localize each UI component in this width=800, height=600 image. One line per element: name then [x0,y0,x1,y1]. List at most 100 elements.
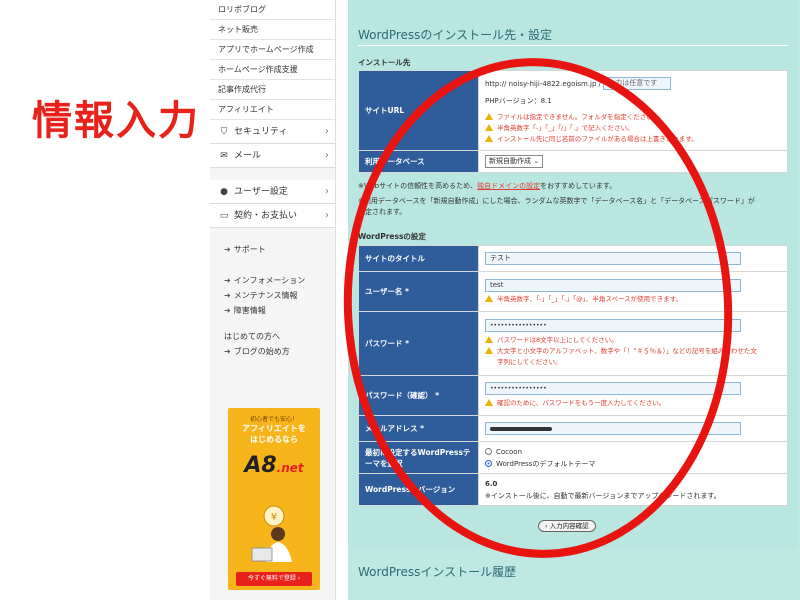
theme-option-cocoon[interactable]: Cocoon [485,446,781,458]
confirm-input-button[interactable]: › 入力内容確認 [538,520,596,532]
version-label: WordPressのバージョン [358,473,479,506]
sidebar-link-blog-start[interactable]: ➜ ブログの始め方 [210,344,335,359]
username-label: ユーザー名 * [358,271,479,312]
sidebar-link-maintenance[interactable]: ➜ メンテナンス情報 [210,288,335,303]
note-text: をおすすめしています。 [540,182,617,190]
warning-text: 半角英数字「-」「_」「/」「.」で記入ください。 [497,123,634,132]
link-label: サポート [233,245,266,254]
email-label: メールアドレス * [358,415,479,442]
theme-label-line: ーマを選択 [365,458,403,468]
radio-checked-icon [485,459,492,467]
sidebar-item-lolipop-blog[interactable]: ロリポブログ [210,0,335,20]
warning-icon [485,112,493,120]
password-warning: パスワードは8文字以上にしてください。 [485,335,781,346]
warning-icon [485,123,493,131]
person-laptop-illustration-icon: ¥ [251,505,292,562]
sidebar-item-homepage-support[interactable]: ホームページ作成支援 [210,60,335,80]
chevron-right-icon: › [325,186,329,197]
link-label: 障害情報 [233,306,266,315]
shield-icon: ⛉ [220,127,228,137]
warning-icon [485,134,493,142]
version-cell: 6.0 ※インストール後に、自動で最新バージョンまでアップグレードされます。 [478,473,788,506]
sidebar-group-label: セキュリティ [234,127,288,137]
version-note: ※インストール後に、自動で最新バージョンまでアップグレードされます。 [485,491,721,500]
sidebar-item-app-homepage[interactable]: アプリでホームページ作成 [210,40,335,60]
a8-logo-text: A8 [244,453,277,478]
annotation-area: 情報入力 [0,0,210,600]
arrow-right-icon: ➜ [224,347,231,356]
site-title-input[interactable]: テスト [485,252,741,265]
sidebar-link-outage[interactable]: ➜ 障害情報 [210,303,335,318]
radio-label: Cocoon [496,447,523,456]
install-target-table: サイトURL http:// noisy-hiji-4822.egoism.jp… [358,70,788,173]
sidebar-group-user-settings[interactable]: ● ユーザー設定 › [210,180,335,204]
version-value: 6.0 [485,479,498,488]
chevron-right-icon: › [325,126,329,137]
email-input[interactable] [485,422,741,435]
wordpress-settings-heading: WordPressの設定 [358,232,426,241]
warning-icon [485,294,493,302]
wordpress-settings-table: サイトのタイトル テスト ユーザー名 * test 半角英数字、「-」「_」「.… [358,245,788,506]
a8-logo-suffix: .net [276,461,304,475]
url-warning: 半角英数字「-」「_」「/」「.」で記入ください。 [485,123,781,134]
sidebar-group-mail[interactable]: ✉ メール › [210,144,335,168]
password-warning: 大文字と小文字のアルファベット、数字や「！”＃＄％＆）」などの記号を組み合わせた… [485,346,781,357]
warning-icon [485,399,493,406]
username-input[interactable]: test [485,278,741,292]
email-cell [478,415,788,442]
site-url-label: サイトURL [358,70,479,151]
sidebar-group-label: 契約・お支払い [234,211,298,221]
password-input[interactable]: •••••••••••••••• [485,319,741,332]
link-label: インフォメーション [233,276,306,285]
warning-text: 大文字と小文字のアルファベット、数字や「！”＃＄％＆）」などの記号を組み合わせた… [497,347,757,355]
sidebar-group-security[interactable]: ⛉ セキュリティ › [210,120,335,144]
warning-text: パスワードは8文字以上にしてください。 [497,336,618,344]
password-label: パスワード * [358,311,479,376]
site-url-input[interactable]: 入力は任意です [603,77,672,90]
url-warning: インストール先に同じ名前のファイルがある場合は上書きされます。 [485,134,781,145]
banner-line-1: アフィリエイトを [242,424,306,433]
theme-label-line: 最初に設定するWordPressテ [365,447,471,457]
sidebar-item-affiliate[interactable]: アフィリエイト [210,100,335,120]
sidebar-link-support[interactable]: ➜ サポート [210,242,335,257]
sidebar-item-article-writing[interactable]: 記事作成代行 [210,80,335,100]
site-title-cell: テスト [478,245,788,272]
username-cell: test 半角英数字、「-」「_」「.」「@」、半角スペースが使用できます。 [478,271,788,312]
sidebar-group-label: メール [234,151,262,161]
card-icon: ▭ [219,211,229,221]
chevron-right-icon: › [325,150,329,161]
theme-cell: Cocoon WordPressのデフォルトテーマ [478,441,788,474]
password-confirm-cell: •••••••••••••••• 確認のために、パスワードをもう一度入力してくだ… [478,375,788,416]
section-divider [358,45,788,46]
database-note: ※利用データベースを「新規自動作成」にした場合、ランダムな英数字で「データベース… [358,197,755,205]
sidebar-link-information[interactable]: ➜ インフォメーション [210,273,335,288]
warning-text: ファイルは指定できません。フォルダを指定ください。 [497,112,660,121]
warning-icon [485,336,493,343]
password-cell: •••••••••••••••• パスワードは8文字以上にしてください。 大文字… [478,311,788,376]
chevron-right-icon: › [325,210,329,221]
url-warning: ファイルは指定できません。フォルダを指定ください。 [485,112,781,123]
link-label: ブログの始め方 [233,347,290,356]
password-confirm-warning: 確認のために、パスワードをもう一度入力してください。 [485,398,781,409]
user-icon: ● [220,187,228,197]
banner-tagline: 初心者でも安心！ [249,416,298,423]
redacted-email-mark [490,427,552,431]
banner-cta-button[interactable]: 今すぐ無料で登録 › [236,572,312,586]
custom-domain-link[interactable]: 独自ドメインの設定 [477,182,540,190]
sidebar-item-net-sales[interactable]: ネット販売 [210,20,335,40]
install-history-title: WordPressインストール履歴 [358,565,517,579]
warning-text: 確認のために、パスワードをもう一度入力してください。 [497,399,666,407]
install-target-heading: インストール先 [358,58,411,67]
sidebar-link-beginner[interactable]: はじめての方へ [210,330,335,344]
arrow-right-icon: ➜ [224,306,231,315]
theme-option-default[interactable]: WordPressのデフォルトテーマ [485,458,781,470]
password-confirm-input[interactable]: •••••••••••••••• [485,382,741,395]
install-settings-panel: WordPressのインストール先・設定 インストール先 サイトURL http… [348,0,798,550]
sidebar-group-contract[interactable]: ▭ 契約・お支払い › [210,204,335,228]
database-cell: 新規自動作成 ⌄ [478,150,788,173]
a8-affiliate-banner[interactable]: 初心者でも安心！ アフィリエイトを はじめるなら A8.net ¥ 今すぐ無料で… [228,408,320,590]
radio-unchecked-icon [485,447,492,455]
warning-text: インストール先に同じ名前のファイルがある場合は上書きされます。 [497,134,698,143]
database-select[interactable]: 新規自動作成 ⌄ [485,155,544,168]
banner-line-2: はじめるなら [250,435,298,444]
